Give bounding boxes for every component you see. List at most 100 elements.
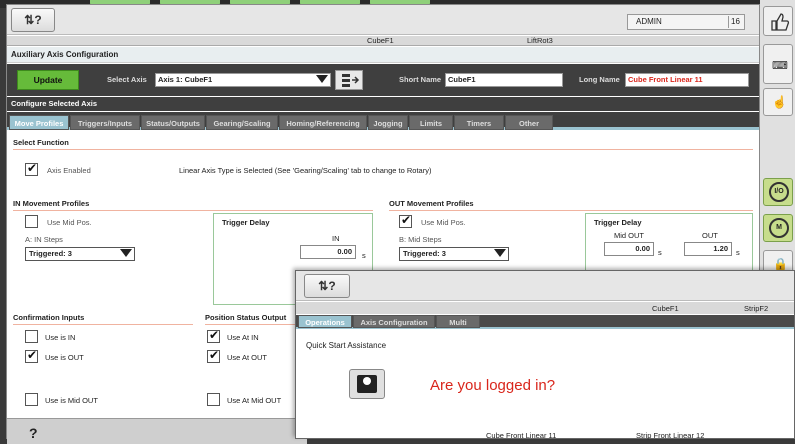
out-steps-label: B: Mid Steps [399,235,442,244]
tab-timers[interactable]: Timers [454,115,504,130]
tab-homing-referencing[interactable]: Homing/Referencing [279,115,367,130]
user-icon [357,375,377,393]
operations-tab-bar: Operations Axis Configuration Multi [296,315,794,329]
help-menu-button[interactable]: ⇅? [304,274,350,298]
manual-button[interactable]: M [763,214,793,242]
use-at-in-label: Use At IN [227,333,259,342]
out-input[interactable]: 1.20 [684,242,732,256]
use-is-in-checkbox[interactable] [25,330,38,343]
user-number: 16 [728,16,742,28]
use-is-out-label: Use is OUT [45,353,84,362]
configure-heading: Configure Selected Axis [7,97,759,111]
thumbs-up-icon [771,13,790,31]
tab-move-profiles[interactable]: Move Profiles [9,115,69,130]
divider [13,324,193,325]
use-at-out-checkbox[interactable] [207,348,220,363]
thumbs-up-button[interactable] [763,6,793,36]
out-profiles-heading: OUT Movement Profiles [389,199,474,208]
axis-controls-bar: Update Select Axis Axis 1: CubeF1 Short … [7,64,759,96]
hand-button[interactable]: ☝ [763,88,793,116]
in-delay-input[interactable]: 0.00 [300,245,356,259]
mid-out-unit: s [658,248,662,257]
cube-header: CubeF1 LiftRot3 [7,36,759,46]
in-triggered-dropdown[interactable]: Triggered: 3 [25,247,135,261]
cube-col-1: CubeF1 [367,36,394,45]
in-profiles-heading: IN Movement Profiles [13,199,90,208]
tab-status-outputs[interactable]: Status/Outputs [141,115,205,130]
select-axis-value: Axis 1: CubeF1 [158,75,213,84]
use-is-out-checkbox[interactable] [25,348,38,363]
select-axis-dropdown[interactable]: Axis 1: CubeF1 [155,73,331,87]
out-trigger-delay-label: Trigger Delay [594,218,642,227]
tab-jogging[interactable]: Jogging [368,115,408,130]
in-trigger-delay-label: Trigger Delay [222,218,270,227]
io-button[interactable]: I/O [763,178,793,206]
out-triggered-dropdown[interactable]: Triggered: 3 [399,247,509,261]
confirmation-heading: Confirmation Inputs [13,313,85,322]
in-delay-label: IN [332,234,340,243]
out-unit: s [736,248,740,257]
operations-toolbar: ⇅? [296,271,794,301]
user-name: ADMIN [636,17,662,26]
cube-header: CubeF1 StripF2 [296,302,794,314]
list-arrow-icon [342,74,360,87]
io-icon: I/O [769,182,789,202]
quick-start-heading: Quick Start Assistance [306,341,387,350]
cube-col-2: StripF2 [744,304,769,313]
cube-col-2: LiftRot3 [527,36,553,45]
tab-limits[interactable]: Limits [409,115,453,130]
use-is-mid-label: Use is Mid OUT [45,396,98,405]
out-use-mid-label: Use Mid Pos. [421,218,466,227]
in-delay-unit: s [362,251,366,260]
tab-multi[interactable]: Multi [436,315,480,328]
use-is-in-label: Use is IN [45,333,76,342]
axis-list-button[interactable] [335,70,363,90]
cube-col-1: CubeF1 [652,304,679,313]
out-label: OUT [702,231,718,240]
user-badge[interactable]: ADMIN 16 [627,14,745,30]
in-triggered-value: Triggered: 3 [29,249,72,258]
use-at-mid-checkbox[interactable] [207,393,220,406]
operations-window: ⇅? CubeF1 StripF2 Operations Axis Config… [295,270,795,440]
axis-type-info: Linear Axis Type is Selected (See 'Geari… [179,166,432,175]
tab-gearing-scaling[interactable]: Gearing/Scaling [206,115,278,130]
tab-axis-configuration[interactable]: Axis Configuration [353,315,435,328]
divider [389,210,753,211]
axis-enabled-checkbox[interactable] [25,161,38,176]
chevron-down-icon [316,75,328,83]
in-use-mid-checkbox[interactable] [25,215,38,228]
page-title: Auxiliary Axis Configuration [7,47,759,63]
help-menu-icon: ⇅? [24,13,42,27]
mid-out-input[interactable]: 0.00 [604,242,654,256]
tab-other[interactable]: Other [505,115,553,130]
keyboard-button[interactable]: ⌨ [763,44,793,84]
login-button[interactable] [349,369,385,399]
help-menu-button[interactable]: ⇅? [11,8,55,32]
tab-operations[interactable]: Operations [298,315,352,328]
use-at-in-checkbox[interactable] [207,328,220,343]
position-status-heading: Position Status Output [205,313,287,322]
long-name-input[interactable]: Cube Front Linear 11 [625,73,749,87]
axis-enabled-label: Axis Enabled [47,166,91,175]
divider [13,149,753,150]
chevron-down-icon [494,249,506,257]
bottom-strip: ? [7,418,307,444]
update-button[interactable]: Update [17,70,79,90]
manual-icon: M [769,218,789,238]
chevron-down-icon [120,249,132,257]
use-is-mid-checkbox[interactable] [25,393,38,406]
toolbar: ⇅? ADMIN 16 [7,5,759,35]
out-use-mid-checkbox[interactable] [399,213,412,228]
divider [13,210,373,211]
out-triggered-value: Triggered: 3 [403,249,446,258]
select-axis-label: Select Axis [107,75,147,84]
tab-triggers-inputs[interactable]: Triggers/Inputs [70,115,140,130]
in-steps-label: A: IN Steps [25,235,63,244]
logged-in-prompt: Are you logged in? [430,377,556,394]
tab-bar: Move Profiles Triggers/Inputs Status/Out… [7,112,759,130]
keyboard-icon: ⌨ [772,60,788,72]
select-function-heading: Select Function [13,138,69,147]
short-name-input[interactable]: CubeF1 [445,73,563,87]
divider [205,324,295,325]
lock-icon: 🔒 [773,257,788,271]
